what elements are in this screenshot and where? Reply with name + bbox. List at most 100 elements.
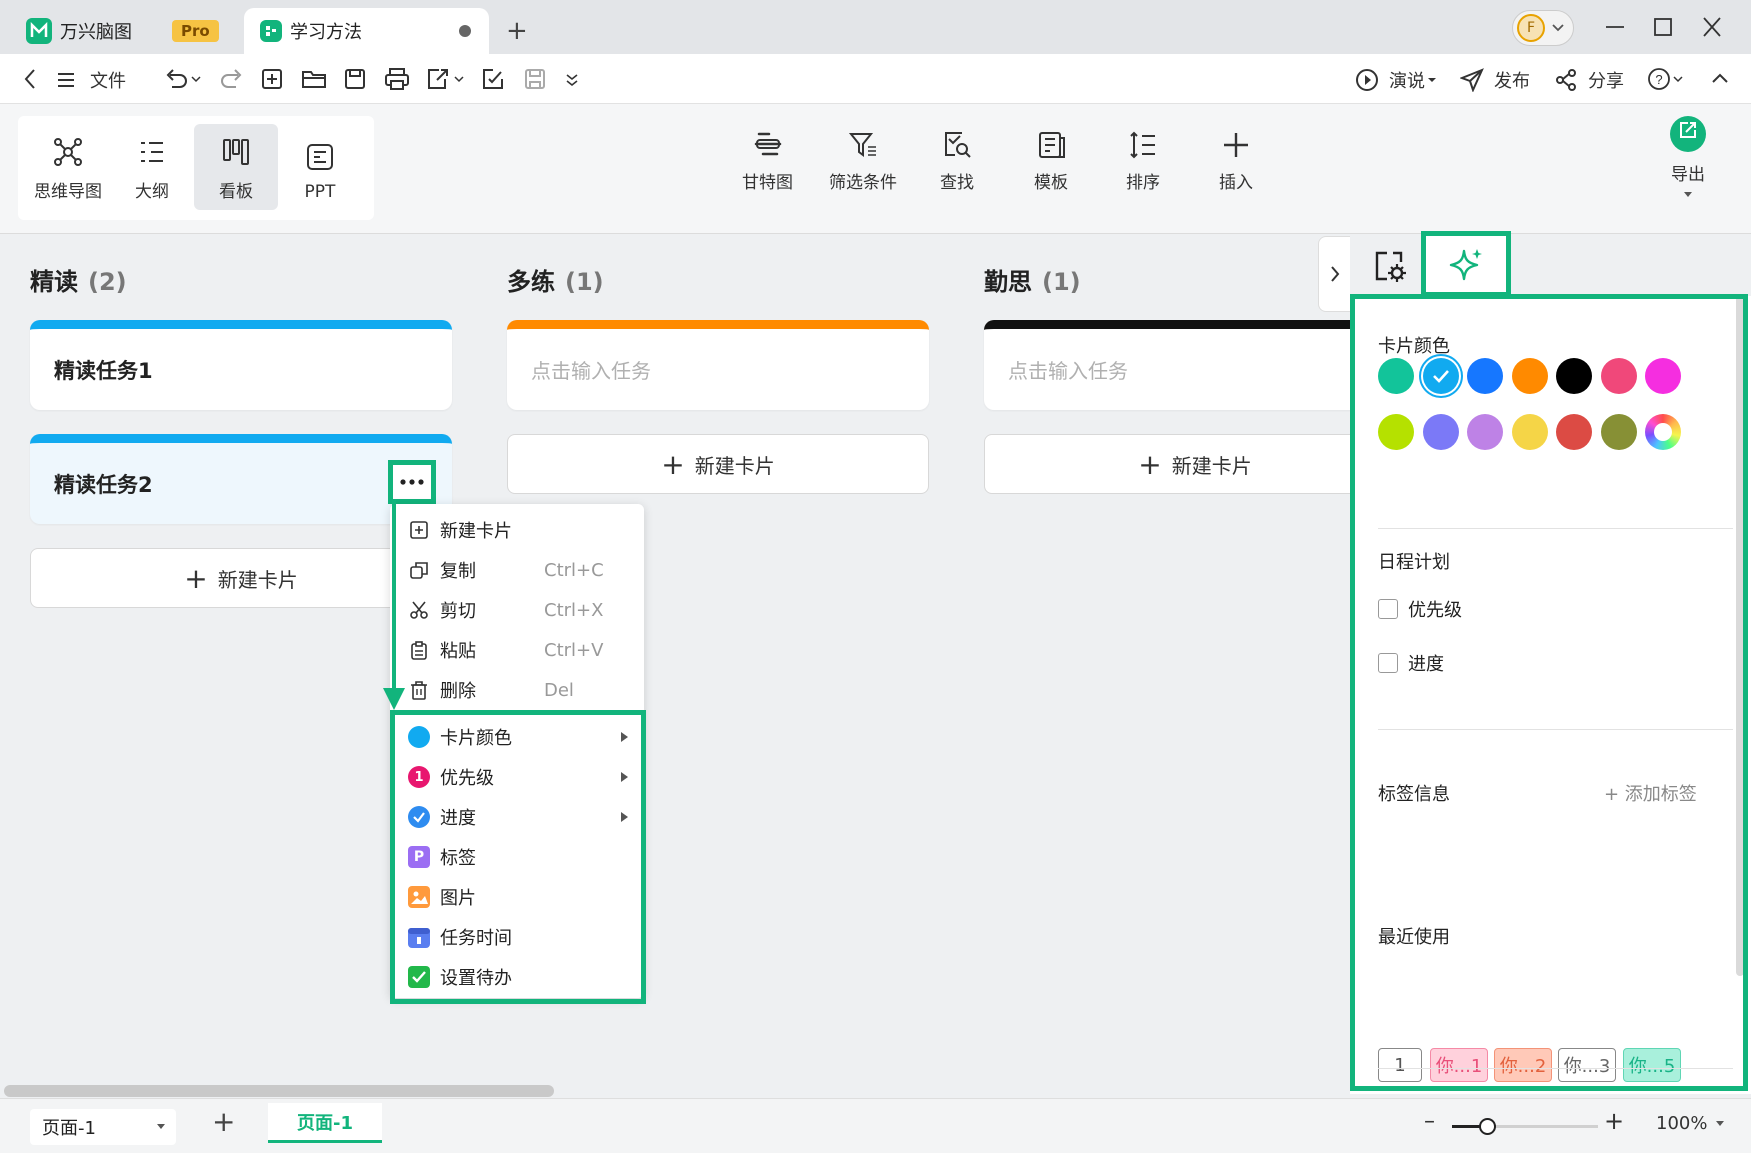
view-outline-button[interactable]: 大纲 bbox=[110, 124, 194, 210]
kanban-card[interactable]: 点击输入任务 bbox=[507, 320, 929, 410]
recent-tag[interactable]: 1 bbox=[1378, 1048, 1422, 1082]
color-swatch-selected[interactable] bbox=[1422, 358, 1459, 394]
view-kanban-button[interactable]: 看板 bbox=[194, 124, 278, 210]
back-button[interactable] bbox=[22, 67, 38, 91]
color-swatch[interactable] bbox=[1467, 414, 1503, 450]
recent-tag[interactable]: 你...2 bbox=[1494, 1048, 1552, 1082]
new-file-button[interactable] bbox=[260, 67, 284, 91]
menu-item-image[interactable]: 图片 bbox=[408, 880, 628, 914]
caret-icon bbox=[157, 1124, 165, 1129]
publish-button[interactable]: 发布 bbox=[1460, 67, 1530, 93]
recent-tag[interactable]: 你...3 bbox=[1558, 1048, 1616, 1082]
card-title: 精读任务1 bbox=[54, 358, 153, 383]
color-swatch[interactable] bbox=[1378, 414, 1414, 450]
more-chevron-icon[interactable] bbox=[564, 67, 580, 91]
redo-button[interactable] bbox=[220, 67, 244, 91]
column-title: 精读 bbox=[30, 268, 78, 296]
sort-button[interactable]: 排序 bbox=[1126, 130, 1160, 193]
color-swatch[interactable] bbox=[1467, 358, 1503, 394]
export-menu-button[interactable] bbox=[425, 67, 465, 91]
panel-tab-settings[interactable] bbox=[1362, 240, 1418, 292]
plus-icon: + bbox=[1138, 447, 1162, 481]
color-swatch[interactable] bbox=[1556, 414, 1592, 450]
share-button[interactable]: 分享 bbox=[1554, 67, 1624, 93]
export-button[interactable]: 导出 bbox=[1670, 116, 1706, 207]
insert-button[interactable]: 插入 bbox=[1219, 130, 1253, 193]
gantt-button[interactable]: 甘特图 bbox=[742, 130, 793, 193]
view-ppt-button[interactable]: PPT bbox=[278, 124, 362, 210]
help-button[interactable]: ? bbox=[1648, 67, 1684, 91]
sort-icon bbox=[1130, 131, 1155, 159]
undo-button[interactable] bbox=[164, 67, 204, 91]
kanban-card[interactable]: 精读任务1 bbox=[30, 320, 452, 410]
color-swatch[interactable] bbox=[1600, 414, 1637, 450]
panel-scrollbar[interactable] bbox=[1736, 296, 1744, 976]
view-mindmap-button[interactable]: 思维导图 bbox=[26, 124, 110, 210]
column-count: (1) bbox=[1042, 268, 1081, 296]
color-swatch[interactable] bbox=[1556, 358, 1592, 394]
zoom-level[interactable]: 100% bbox=[1656, 1113, 1725, 1134]
share-doc-button[interactable] bbox=[481, 67, 505, 91]
new-tab-button[interactable]: + bbox=[506, 16, 528, 46]
todo-icon bbox=[408, 966, 430, 988]
close-window-button[interactable] bbox=[1701, 12, 1723, 42]
open-folder-button[interactable] bbox=[301, 67, 327, 91]
filter-button[interactable]: 筛选条件 bbox=[829, 130, 897, 193]
unsaved-dot-icon[interactable] bbox=[459, 25, 471, 37]
zoom-slider[interactable] bbox=[1452, 1118, 1598, 1135]
page-select[interactable]: 页面-1 bbox=[30, 1109, 176, 1145]
chevron-right-icon bbox=[1330, 266, 1339, 282]
zoom-out-button[interactable]: – bbox=[1424, 1109, 1435, 1134]
color-swatch[interactable] bbox=[1600, 358, 1637, 394]
maximize-button[interactable] bbox=[1652, 12, 1674, 42]
sparkle-icon bbox=[1449, 249, 1482, 281]
menu-item-priority[interactable]: 1 优先级 bbox=[408, 760, 628, 794]
print-button[interactable] bbox=[384, 67, 410, 91]
app-tab[interactable]: 万兴脑图 Pro bbox=[10, 8, 240, 54]
page-tab[interactable]: 页面-1 bbox=[268, 1103, 382, 1143]
menu-item-copy[interactable]: 复制 Ctrl+C bbox=[408, 553, 628, 587]
color-swatch[interactable] bbox=[1645, 358, 1681, 394]
color-swatch[interactable] bbox=[1645, 414, 1681, 450]
menu-item-paste[interactable]: 粘贴 Ctrl+V bbox=[408, 633, 628, 667]
panel-tab-ai[interactable] bbox=[1424, 234, 1508, 296]
file-menu[interactable]: 文件 bbox=[56, 67, 126, 93]
zoom-slider-handle[interactable] bbox=[1479, 1118, 1496, 1135]
menu-item-cut[interactable]: 剪切 Ctrl+X bbox=[408, 593, 628, 627]
present-button[interactable]: 演说 bbox=[1355, 67, 1437, 93]
add-page-button[interactable]: + bbox=[212, 1105, 235, 1138]
menu-item-new-card[interactable]: 新建卡片 bbox=[408, 513, 628, 547]
collapse-ribbon-button[interactable] bbox=[1710, 67, 1730, 91]
recent-tag[interactable]: 你...5 bbox=[1623, 1048, 1681, 1082]
document-tab[interactable]: 学习方法 bbox=[244, 8, 489, 54]
find-button[interactable]: 查找 bbox=[940, 130, 974, 193]
color-swatch[interactable] bbox=[1422, 414, 1459, 450]
kanban-card[interactable]: 点击输入任务 bbox=[984, 320, 1406, 410]
add-tag-button[interactable]: + 添加标签 bbox=[1604, 780, 1697, 806]
color-swatch[interactable] bbox=[1511, 414, 1548, 450]
minimize-button[interactable] bbox=[1604, 12, 1626, 42]
save-button[interactable] bbox=[343, 67, 367, 91]
menu-item-todo[interactable]: 设置待办 bbox=[408, 960, 628, 994]
new-card-button[interactable]: + 新建卡片 bbox=[984, 434, 1406, 494]
save-as-button[interactable] bbox=[523, 67, 547, 91]
collapse-panel-button[interactable] bbox=[1318, 236, 1350, 312]
template-button[interactable]: 模板 bbox=[1034, 130, 1068, 193]
card-more-button[interactable] bbox=[392, 464, 432, 500]
progress-checkbox[interactable]: 进度 bbox=[1378, 650, 1444, 676]
menu-item-task-time[interactable]: 任务时间 bbox=[408, 920, 628, 954]
tag-icon: P bbox=[408, 846, 430, 868]
menu-item-progress[interactable]: 进度 bbox=[408, 800, 628, 834]
color-swatch[interactable] bbox=[1511, 358, 1548, 394]
new-card-button[interactable]: + 新建卡片 bbox=[507, 434, 929, 494]
zoom-in-button[interactable]: + bbox=[1604, 1107, 1624, 1135]
color-swatch[interactable] bbox=[1378, 358, 1414, 394]
user-avatar[interactable]: F bbox=[1512, 10, 1574, 46]
horizontal-scrollbar[interactable] bbox=[4, 1085, 554, 1097]
menu-item-delete[interactable]: 删除 Del bbox=[408, 673, 628, 707]
recent-tag[interactable]: 你...1 bbox=[1430, 1048, 1488, 1082]
priority-checkbox[interactable]: 优先级 bbox=[1378, 596, 1462, 622]
menu-item-card-color[interactable]: 卡片颜色 bbox=[408, 720, 628, 754]
menu-item-tag[interactable]: P 标签 bbox=[408, 840, 628, 874]
help-icon: ? bbox=[1648, 68, 1683, 90]
